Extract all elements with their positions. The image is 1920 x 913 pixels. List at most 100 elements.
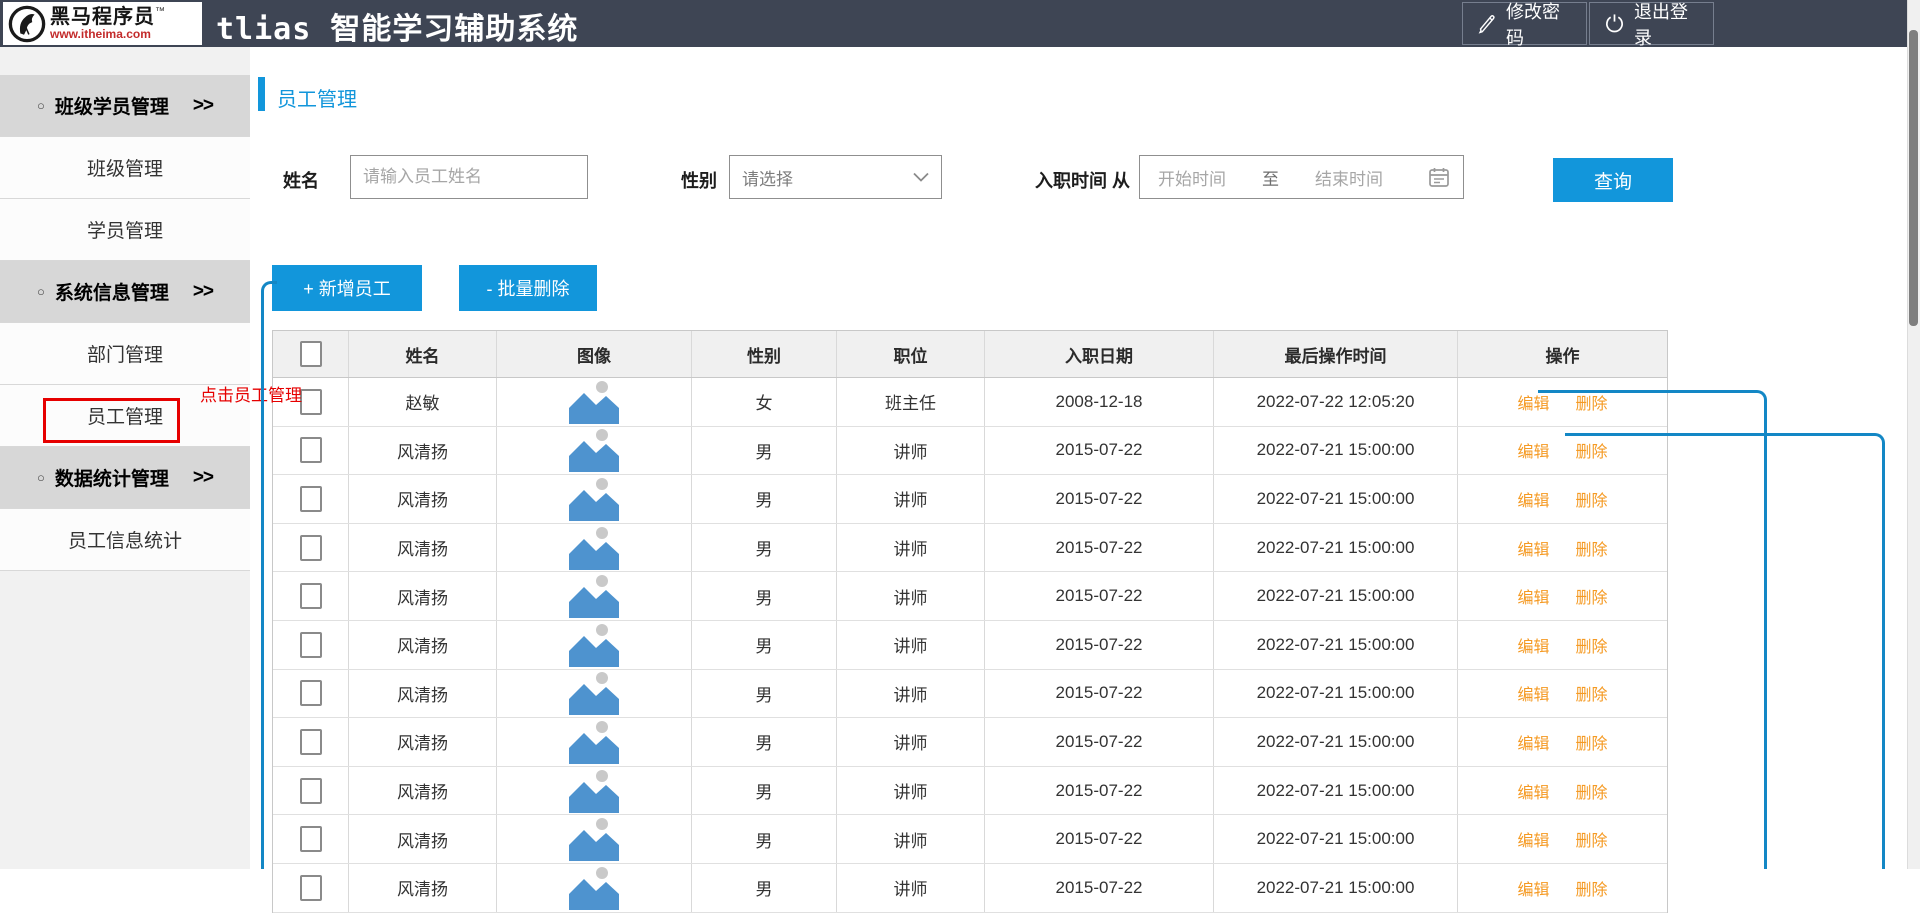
date-range-input[interactable]: 开始时间 至 结束时间 [1139,155,1464,199]
row-actions-cell: 编辑 删除 [1458,718,1667,766]
delete-link[interactable]: 删除 [1576,438,1608,462]
employee-hire-date-cell: 2015-07-22 [985,815,1214,863]
circle-bullet-icon: ○ [37,98,45,113]
edit-link[interactable]: 编辑 [1517,876,1549,900]
row-checkbox[interactable] [300,729,322,755]
row-checkbox[interactable] [300,632,322,658]
row-checkbox[interactable] [300,680,322,706]
double-chevron-icon: >> [193,281,213,303]
employee-name-cell: 风清扬 [349,767,497,815]
employee-last-op-cell: 2022-07-21 15:00:00 [1214,524,1458,572]
image-placeholder-icon [558,526,630,570]
sidebar-group[interactable]: ○ 系统信息管理 >> [0,261,250,323]
delete-link[interactable]: 删除 [1576,827,1608,851]
row-actions-cell: 编辑 删除 [1458,670,1667,718]
delete-link[interactable]: 删除 [1576,681,1608,705]
scrollbar-thumb[interactable] [1909,30,1918,326]
edit-link[interactable]: 编辑 [1517,779,1549,803]
sidebar-item[interactable]: 学员管理 [0,199,250,261]
sidebar-item[interactable]: 班级管理 [0,137,250,199]
image-placeholder-icon [558,817,630,861]
title-accent-bar [258,77,265,111]
delete-link[interactable]: 删除 [1576,730,1608,754]
delete-link[interactable]: 删除 [1576,633,1608,657]
date-to-label: 至 [1262,165,1279,190]
logout-label: 退出登录 [1634,0,1699,50]
app-title: tlias 智能学习辅助系统 [216,4,578,48]
column-header: 姓名 [349,331,497,377]
delete-link[interactable]: 删除 [1576,536,1608,560]
add-employee-button[interactable]: + 新增员工 [272,265,422,311]
employee-position-cell: 讲师 [837,621,985,669]
delete-link[interactable]: 删除 [1576,584,1608,608]
delete-link[interactable]: 删除 [1576,390,1608,414]
sidebar-item[interactable]: 部门管理 [0,323,250,385]
employee-hire-date-cell: 2015-07-22 [985,621,1214,669]
sidebar-group[interactable]: ○ 班级学员管理 >> [0,75,250,137]
row-checkbox[interactable] [300,389,322,415]
gender-select[interactable]: 请选择 [729,155,942,199]
red-annotation-text: 点击员工管理 [200,381,302,406]
delete-link[interactable]: 删除 [1576,487,1608,511]
edit-link[interactable]: 编辑 [1517,390,1549,414]
employee-table: 姓名图像性别职位入职日期最后操作时间操作 赵敏 女 班主任 2008-12-18… [272,330,1668,913]
delete-link[interactable]: 删除 [1576,779,1608,803]
employee-position-cell: 讲师 [837,524,985,572]
edit-link[interactable]: 编辑 [1517,633,1549,657]
edit-link[interactable]: 编辑 [1517,536,1549,560]
power-icon [1604,13,1625,34]
annotation-line-left [261,292,264,869]
row-checkbox[interactable] [300,826,322,852]
employee-position-cell: 讲师 [837,815,985,863]
brand-trademark: ™ [155,6,165,17]
employee-name-cell: 风清扬 [349,718,497,766]
employee-last-op-cell: 2022-07-21 15:00:00 [1214,718,1458,766]
date-start-placeholder: 开始时间 [1158,165,1226,190]
logout-button[interactable]: 退出登录 [1589,2,1714,45]
row-checkbox[interactable] [300,583,322,609]
image-placeholder-icon [558,428,630,472]
query-button[interactable]: 查询 [1553,158,1673,202]
edit-link[interactable]: 编辑 [1517,730,1549,754]
employee-gender-cell: 男 [692,427,837,475]
change-password-button[interactable]: 修改密码 [1462,2,1587,45]
employee-position-cell: 讲师 [837,767,985,815]
row-checkbox[interactable] [300,778,322,804]
employee-gender-cell: 男 [692,572,837,620]
sidebar-item-label: 员工管理 [87,402,163,429]
row-checkbox[interactable] [300,875,322,901]
delete-link[interactable]: 删除 [1576,876,1608,900]
row-checkbox[interactable] [300,486,322,512]
image-placeholder-icon [558,720,630,764]
edit-link[interactable]: 编辑 [1517,487,1549,511]
image-placeholder-icon [558,671,630,715]
edit-link[interactable]: 编辑 [1517,584,1549,608]
sidebar-item[interactable]: 员工信息统计 [0,509,250,571]
name-input[interactable] [350,155,588,199]
employee-image-cell [497,378,692,426]
sidebar-group[interactable]: ○ 数据统计管理 >> [0,447,250,509]
employee-hire-date-cell: 2015-07-22 [985,524,1214,572]
image-placeholder-icon [558,769,630,813]
employee-position-cell: 讲师 [837,427,985,475]
column-header: 性别 [692,331,837,377]
table-body: 赵敏 女 班主任 2008-12-18 2022-07-22 12:05:20 … [273,378,1667,913]
edit-link[interactable]: 编辑 [1517,827,1549,851]
row-checkbox[interactable] [300,437,322,463]
employee-name-cell: 风清扬 [349,670,497,718]
row-select-cell [273,670,349,718]
employee-name-cell: 风清扬 [349,572,497,620]
batch-delete-button[interactable]: - 批量删除 [459,265,597,311]
employee-image-cell [497,718,692,766]
row-checkbox[interactable] [300,535,322,561]
employee-gender-cell: 男 [692,670,837,718]
employee-image-cell [497,621,692,669]
pencil-icon [1477,14,1497,34]
edit-link[interactable]: 编辑 [1517,438,1549,462]
brand-url: www.itheima.com [50,28,165,41]
select-all-checkbox[interactable] [300,341,322,367]
table-header-row: 姓名图像性别职位入职日期最后操作时间操作 [273,331,1667,378]
employee-last-op-cell: 2022-07-21 15:00:00 [1214,427,1458,475]
edit-link[interactable]: 编辑 [1517,681,1549,705]
employee-gender-cell: 女 [692,378,837,426]
